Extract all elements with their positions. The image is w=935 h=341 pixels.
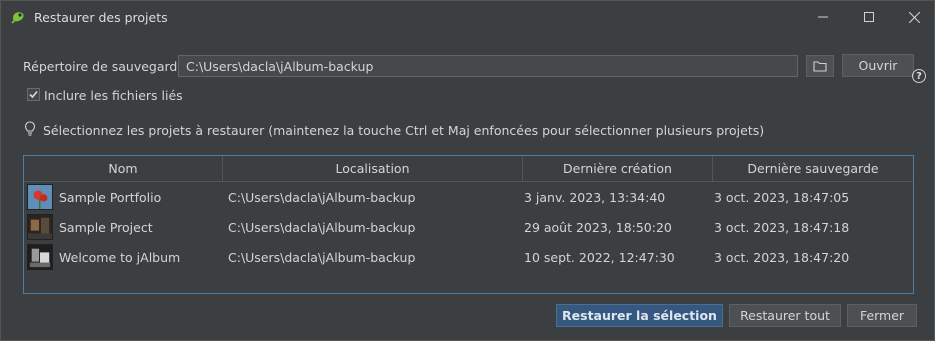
close-icon <box>908 11 920 23</box>
close-button[interactable]: Fermer <box>847 304 917 327</box>
project-saved: 3 oct. 2023, 18:47:20 <box>714 249 850 265</box>
table-row[interactable]: Sample Portfolio C:\Users\dacla\jAlbum-b… <box>24 182 913 212</box>
column-header-saved[interactable]: Dernière sauvegarde <box>713 156 913 181</box>
column-header-created[interactable]: Dernière création <box>523 156 713 181</box>
maximize-icon <box>864 12 874 22</box>
maximize-button[interactable] <box>846 1 892 33</box>
project-created: 10 sept. 2022, 12:47:30 <box>524 249 675 265</box>
checkmark-icon <box>29 90 38 99</box>
include-linked-label: Inclure les fichiers liés <box>44 88 183 103</box>
table-row[interactable]: Welcome to jAlbum C:\Users\dacla\jAlbum-… <box>24 242 913 272</box>
column-header-location[interactable]: Localisation <box>223 156 523 181</box>
selection-hint: Sélectionnez les projets à restaurer (ma… <box>43 123 765 138</box>
table-row[interactable]: Sample Project C:\Users\dacla\jAlbum-bac… <box>24 212 913 242</box>
project-thumbnail <box>27 214 53 240</box>
project-saved: 3 oct. 2023, 18:47:05 <box>714 189 850 205</box>
minimize-button[interactable] <box>800 1 846 33</box>
project-name: Sample Project <box>59 219 153 235</box>
help-icon[interactable]: ? <box>912 69 926 83</box>
project-name: Welcome to jAlbum <box>59 249 181 265</box>
restore-selection-button[interactable]: Restaurer la sélection <box>556 304 723 327</box>
lightbulb-icon <box>24 121 36 136</box>
browse-folder-button[interactable] <box>806 55 834 77</box>
window-title: Restaurer des projets <box>34 10 168 25</box>
project-created: 29 août 2023, 18:50:20 <box>524 219 672 235</box>
include-linked-checkbox[interactable] <box>27 88 40 101</box>
project-thumbnail <box>27 244 53 270</box>
project-name: Sample Portfolio <box>59 189 162 205</box>
table-header: Nom Localisation Dernière création Derni… <box>24 156 913 182</box>
folder-icon <box>813 61 827 72</box>
project-saved: 3 oct. 2023, 18:47:18 <box>714 219 850 235</box>
backup-dir-input[interactable]: C:\Users\dacla\jAlbum-backup <box>178 55 798 77</box>
column-header-name[interactable]: Nom <box>24 156 223 181</box>
jalbum-app-icon <box>11 12 24 24</box>
project-thumbnail <box>27 184 53 210</box>
minimize-icon <box>818 16 828 18</box>
title-bar: Restaurer des projets <box>1 1 934 33</box>
close-window-button[interactable] <box>891 1 935 33</box>
project-location: C:\Users\dacla\jAlbum-backup <box>228 189 416 205</box>
open-button[interactable]: Ouvrir <box>842 54 914 77</box>
backup-dir-label: Répertoire de sauvegarde <box>23 59 186 74</box>
restore-all-button[interactable]: Restaurer tout <box>729 304 841 327</box>
project-location: C:\Users\dacla\jAlbum-backup <box>228 249 416 265</box>
projects-table[interactable]: Nom Localisation Dernière création Derni… <box>23 155 914 294</box>
project-created: 3 janv. 2023, 13:34:40 <box>524 189 666 205</box>
project-location: C:\Users\dacla\jAlbum-backup <box>228 219 416 235</box>
restore-projects-dialog: Restaurer des projets Répertoire de sauv… <box>0 0 935 341</box>
